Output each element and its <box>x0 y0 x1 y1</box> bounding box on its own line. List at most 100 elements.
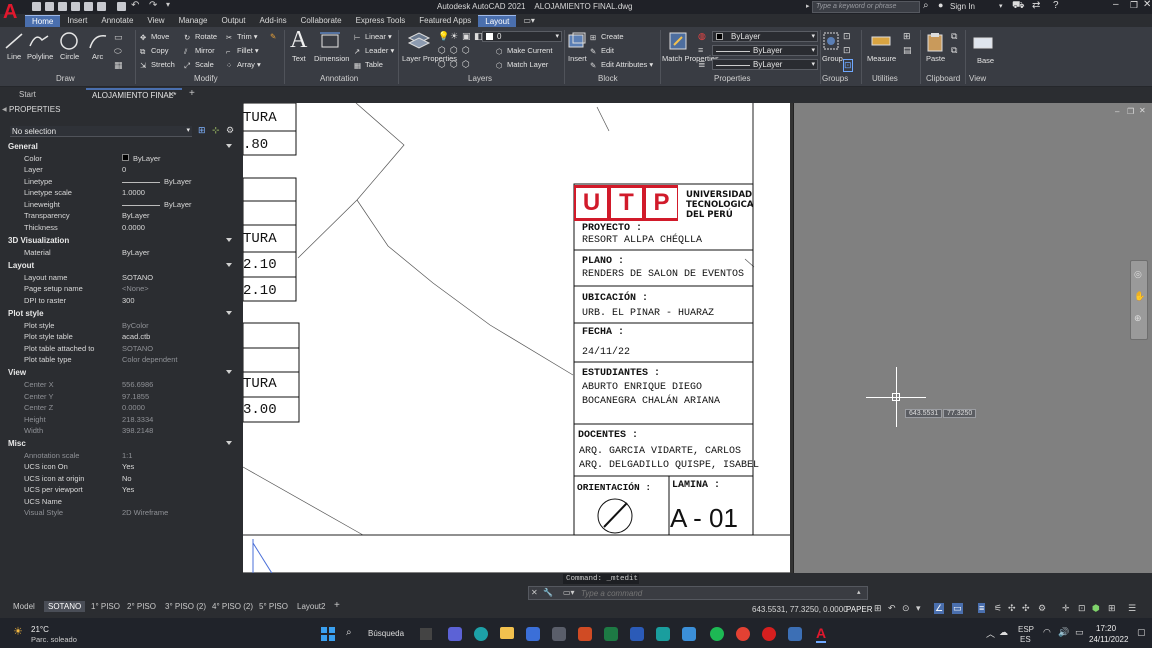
prop-plot-style[interactable]: Plot style ByColor <box>24 321 236 332</box>
clock-date[interactable]: 24/11/2022 <box>1089 635 1128 644</box>
prop-transparency[interactable]: Transparency ByLayer <box>24 211 236 222</box>
navigation-bar[interactable]: ◎ ✋ ⊕ <box>1130 260 1148 340</box>
group-icon[interactable] <box>822 31 840 51</box>
annotation-visibility-icon[interactable]: ✣ <box>1008 603 1016 614</box>
layer-merge-icon[interactable]: ⬡ <box>462 59 470 70</box>
paste-button[interactable]: Paste <box>926 54 945 63</box>
prop-ucs-origin[interactable]: UCS icon at origin No <box>24 474 236 485</box>
layout-tab-3-piso[interactable]: 3° PISO (2) <box>165 602 206 611</box>
prop-layout-name[interactable]: Layout name SOTANO <box>24 273 236 284</box>
layer-dropdown[interactable]: 0 ▾ <box>482 31 562 42</box>
autocad-taskbar-icon[interactable]: A <box>816 625 827 643</box>
lineweight-toggle-icon[interactable]: ▭ <box>952 603 963 614</box>
sketchup-icon[interactable] <box>788 627 802 641</box>
prop-ucs-on[interactable]: UCS icon On Yes <box>24 462 236 473</box>
command-customize-icon[interactable]: 🔧 <box>543 588 553 597</box>
weather-text[interactable]: Parc. soleado <box>31 635 77 644</box>
section-general[interactable]: General <box>8 142 236 152</box>
layer-isolate-icon[interactable]: ⬡ <box>438 45 446 56</box>
select-objects-icon[interactable]: ⊹ <box>212 125 220 136</box>
qa-dropdown-icon[interactable]: ▾ <box>166 0 170 9</box>
tab-add-ins[interactable]: Add-ins <box>253 15 294 27</box>
make-current-button[interactable]: ⬡ Make Current <box>496 46 552 56</box>
exchange-icon[interactable]: ⇄ <box>1032 0 1040 11</box>
leader-button[interactable]: ↗ Leader ▾ <box>354 46 394 56</box>
linear-button[interactable]: ⊢ Linear ▾ <box>354 32 392 42</box>
annotation-monitor-icon[interactable]: ⚟ <box>994 603 1002 614</box>
section-3d-visualization[interactable]: 3D Visualization <box>8 236 236 246</box>
stretch-button[interactable]: ⇲ Stretch <box>140 60 175 70</box>
ribbon-options-icon[interactable]: ▭▾ <box>516 15 542 27</box>
taskbar-search-icon[interactable]: ⌕ <box>346 627 352 638</box>
clean-screen-icon[interactable]: ⊞ <box>1108 603 1116 614</box>
prop-ucs-viewport[interactable]: UCS per viewport Yes <box>24 485 236 496</box>
keyboard-indicator[interactable]: ES <box>1020 635 1031 644</box>
full-navigation-wheel-icon[interactable]: ◎ <box>1134 269 1142 280</box>
section-misc[interactable]: Misc <box>8 439 236 449</box>
layout-tab-5-piso[interactable]: 5° PISO <box>259 602 288 611</box>
file-explorer-icon[interactable] <box>500 627 514 639</box>
prop-width[interactable]: Width 398.2148 <box>24 426 236 437</box>
layer-thaw-icon[interactable]: ⬡ <box>450 59 458 70</box>
auto-scale-icon[interactable]: ✣ <box>1022 603 1030 614</box>
sign-in-link[interactable]: Sign In <box>950 2 975 11</box>
clipboard-panel-title[interactable]: Clipboard <box>926 74 960 83</box>
prop-plot-type[interactable]: Plot table type Color dependent <box>24 355 236 366</box>
quick-select-icon[interactable]: ⚙ <box>226 125 234 136</box>
tab-view[interactable]: View <box>140 15 171 27</box>
ucs-icon[interactable] <box>252 539 283 573</box>
weather-icon[interactable]: ☀ <box>13 625 23 638</box>
layout-tab-4-piso[interactable]: 4° PISO (2) <box>212 602 253 611</box>
lineweight-dropdown[interactable]: ByLayer ▾ <box>712 45 818 56</box>
match-layer-button[interactable]: ⬡ Match Layer <box>496 60 548 70</box>
plot-icon[interactable] <box>117 2 126 11</box>
rectangle-icon[interactable]: ▭ <box>114 32 123 43</box>
calculator-icon[interactable]: ▤ <box>903 45 912 56</box>
measure-icon[interactable] <box>870 31 892 51</box>
volume-icon[interactable]: 🔊 <box>1058 627 1069 638</box>
prop-linetype-scale[interactable]: Linetype scale 1.0000 <box>24 188 236 199</box>
layout-tab-sotano[interactable]: SOTANO <box>44 601 86 612</box>
add-layout-icon[interactable]: + <box>334 600 340 611</box>
insert-button[interactable]: Insert <box>568 54 587 63</box>
line-button[interactable]: Line <box>7 52 21 61</box>
text-button[interactable]: Text <box>292 54 306 63</box>
teams-icon[interactable] <box>448 627 462 641</box>
excel-icon[interactable] <box>604 627 618 641</box>
dimension-icon[interactable] <box>318 31 342 51</box>
tab-express-tools[interactable]: Express Tools <box>349 15 413 27</box>
clock-time[interactable]: 17:20 <box>1096 624 1116 633</box>
insert-icon[interactable] <box>567 31 587 51</box>
rotate-button[interactable]: ↻ Rotate <box>184 32 217 42</box>
polyline-icon[interactable] <box>28 32 50 50</box>
prop-center-x[interactable]: Center X 556.6986 <box>24 380 236 391</box>
ungroup-icon[interactable]: ⊡ <box>843 31 851 42</box>
prop-color[interactable]: Color ByLayer <box>24 154 236 165</box>
close-tab-icon[interactable]: ✕ <box>168 90 175 99</box>
tab-insert[interactable]: Insert <box>60 15 94 27</box>
edit-block-button[interactable]: ✎ Edit <box>590 46 614 56</box>
erase-icon[interactable]: ✎ <box>270 32 276 41</box>
dimension-button[interactable]: Dimension <box>314 54 349 63</box>
layout-tab-layout2[interactable]: Layout2 <box>297 602 325 611</box>
paper-space-toggle[interactable]: PAPER <box>846 605 873 614</box>
drawing-minimize-icon[interactable]: – <box>1115 107 1119 116</box>
match-properties-icon[interactable] <box>668 31 688 51</box>
spotify-icon[interactable] <box>710 627 724 641</box>
prop-linetype[interactable]: Linetype ByLayer <box>24 177 236 188</box>
isolate-icon[interactable]: ⊡ <box>1078 603 1086 614</box>
open-icon[interactable] <box>45 2 54 11</box>
mail-icon[interactable] <box>526 627 540 641</box>
line-icon[interactable] <box>4 32 24 50</box>
layer-freeze-icon[interactable]: ☀ <box>450 31 458 42</box>
prop-page-setup[interactable]: Page setup name <None> <box>24 284 236 295</box>
prop-dpi[interactable]: DPI to raster 300 <box>24 296 236 307</box>
camera-icon[interactable] <box>552 627 566 641</box>
groups-panel-title[interactable]: Groups <box>822 74 848 83</box>
user-icon[interactable]: ● <box>938 0 943 10</box>
layers-panel-title[interactable]: Layers <box>468 74 492 83</box>
annotation-panel-title[interactable]: Annotation <box>320 74 358 83</box>
circle-icon[interactable] <box>59 31 79 51</box>
layer-lock-icon[interactable]: ▣ <box>462 31 471 42</box>
prop-center-z[interactable]: Center Z 0.0000 <box>24 403 236 414</box>
